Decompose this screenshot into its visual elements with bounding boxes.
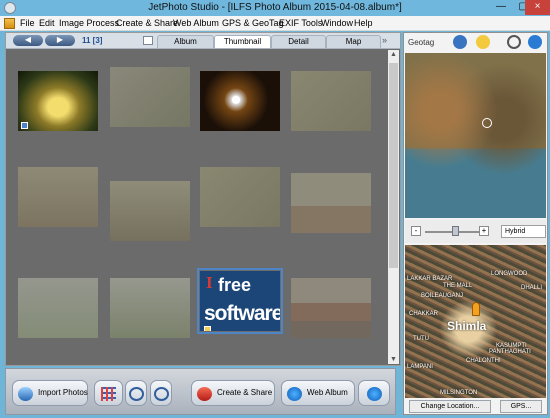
tab-thumbnail[interactable]: Thumbnail <box>214 35 271 48</box>
photo-thumbnail[interactable] <box>291 173 371 233</box>
photo-thumbnail[interactable] <box>110 278 190 338</box>
selected-photo-thumbnail[interactable]: I free software <box>197 268 283 334</box>
photo-thumbnail[interactable] <box>291 71 371 131</box>
import-photos-label: Import Photos <box>38 388 88 397</box>
geotag-tab[interactable]: Geotag <box>408 38 434 47</box>
title-bar: JetPhoto Studio - [ILFS Photo Album 2015… <box>0 0 550 16</box>
clock-icon[interactable] <box>507 35 521 49</box>
map-label-tutu: TUTU <box>413 336 429 342</box>
map-label-lakkar: LAKKAR BAZAR <box>407 276 453 282</box>
photo-thumbnail[interactable] <box>291 278 371 338</box>
gps-button[interactable]: GPS... <box>500 400 542 413</box>
tab-detail[interactable]: Detail <box>271 35 326 48</box>
scroll-up-icon[interactable]: ▲ <box>388 51 399 58</box>
more-tabs-button[interactable]: » <box>382 35 387 45</box>
rotate-right-button[interactable] <box>150 380 172 406</box>
rotate-left-button[interactable] <box>125 380 147 406</box>
create-share-button[interactable]: Create & Share <box>191 380 275 406</box>
map-label-chakkar: CHAKKAR <box>409 311 439 317</box>
scroll-thumb[interactable] <box>389 63 398 268</box>
photo-thumbnail[interactable] <box>200 71 280 131</box>
globe-icon[interactable] <box>528 35 542 49</box>
grid-icon <box>101 387 116 401</box>
geotag-panel: Geotag - + Hybrid LONGWOOD LAKKAR BAZAR … <box>403 32 548 415</box>
photo-thumbnail[interactable] <box>18 167 98 227</box>
photo-thumbnail[interactable] <box>110 181 190 241</box>
menu-image-process[interactable]: Image Process <box>59 18 119 28</box>
menu-help[interactable]: Help <box>354 18 373 28</box>
import-photos-button[interactable]: Import Photos <box>12 380 88 406</box>
menu-file[interactable]: File <box>20 18 35 28</box>
satellite-map[interactable]: LONGWOOD LAKKAR BAZAR THE MALL Shimla DH… <box>405 245 546 398</box>
map-label-panthaghati: PANTHAGHATI <box>489 349 531 355</box>
window-title: JetPhoto Studio - [ILFS Photo Album 2015… <box>148 2 402 13</box>
zoom-slider-handle[interactable] <box>452 226 459 236</box>
photo-thumbnail[interactable] <box>200 167 280 227</box>
photo-thumbnail[interactable] <box>110 67 190 127</box>
logo-software-text: software <box>204 302 280 325</box>
zoom-in-button[interactable]: + <box>479 226 489 236</box>
flash-icon <box>197 387 212 401</box>
rotate-right-icon <box>154 387 169 401</box>
logo-i-text: I <box>206 273 213 292</box>
map-label-mall: THE MALL <box>443 283 473 289</box>
web-album-label: Web Album <box>307 388 348 397</box>
menu-bar: File Edit Image Process Create & Share W… <box>0 16 550 31</box>
zoom-out-button[interactable]: - <box>411 226 421 236</box>
photo-viewer: ◀ ▶ 11 [3] Album Thumbnail Detail Map » … <box>5 32 401 366</box>
star-icon[interactable] <box>476 35 490 49</box>
photo-thumbnail[interactable] <box>18 278 98 338</box>
menu-create-share[interactable]: Create & Share <box>116 18 178 28</box>
overview-map[interactable] <box>405 53 546 218</box>
map-label-longwood: LONGWOOD <box>491 271 528 277</box>
view-toolbar: ◀ ▶ 11 [3] Album Thumbnail Detail Map » <box>6 33 400 49</box>
map-label-milsington: MILSINGTON <box>440 390 478 396</box>
folder-icon <box>4 18 15 29</box>
menu-web-album[interactable]: Web Album <box>173 18 219 28</box>
menu-window[interactable]: Window <box>321 18 353 28</box>
tab-map[interactable]: Map <box>326 35 381 48</box>
photo-badge-icon <box>21 122 28 129</box>
map-label-boileauganj: BOILEAUGANJ <box>421 293 464 299</box>
logo-free-text: free <box>218 275 252 295</box>
map-zoom-bar: - + Hybrid <box>405 220 546 243</box>
change-location-button[interactable]: Change Location... <box>409 400 491 413</box>
menu-gps-geotag[interactable]: GPS & GeoTag <box>222 18 284 28</box>
location-marker-icon <box>472 302 480 316</box>
create-share-label: Create & Share <box>217 388 273 397</box>
tab-album[interactable]: Album <box>157 35 214 48</box>
photo-counter: 11 [3] <box>82 36 103 45</box>
menu-edit[interactable]: Edit <box>39 18 55 28</box>
share-globe-icon <box>367 387 382 401</box>
map-label-dhalli: DHALLI <box>521 285 543 291</box>
scroll-down-icon[interactable]: ▼ <box>388 356 399 363</box>
info-icon[interactable] <box>453 35 467 49</box>
camera-import-icon <box>18 387 33 401</box>
map-label-chalonthi: CHALONTHI <box>466 358 501 364</box>
forward-button[interactable]: ▶ <box>45 35 75 46</box>
photo-thumbnail[interactable] <box>18 71 98 131</box>
map-label-shimla: Shimla <box>447 319 487 333</box>
selected-badge-icon <box>204 326 211 331</box>
vertical-scrollbar[interactable]: ▲ ▼ <box>388 50 399 364</box>
menu-exif-tools[interactable]: EXIF Tools <box>279 18 322 28</box>
globe-icon <box>287 387 302 401</box>
rotate-left-icon <box>129 387 144 401</box>
location-crosshair-icon <box>482 118 492 128</box>
map-type-select[interactable]: Hybrid <box>501 225 546 238</box>
layout-grid-button[interactable] <box>94 380 123 406</box>
minimize-button[interactable]: — <box>489 0 513 15</box>
bottom-toolbar: Import Photos Create & Share Web Album <box>5 368 396 415</box>
web-album-button[interactable]: Web Album <box>281 380 355 406</box>
map-label-lampani: LAMPANI <box>407 364 433 370</box>
close-button[interactable]: × <box>525 0 550 15</box>
back-button[interactable]: ◀ <box>13 35 43 46</box>
share-button[interactable] <box>358 380 390 406</box>
page-icon[interactable] <box>143 36 153 45</box>
